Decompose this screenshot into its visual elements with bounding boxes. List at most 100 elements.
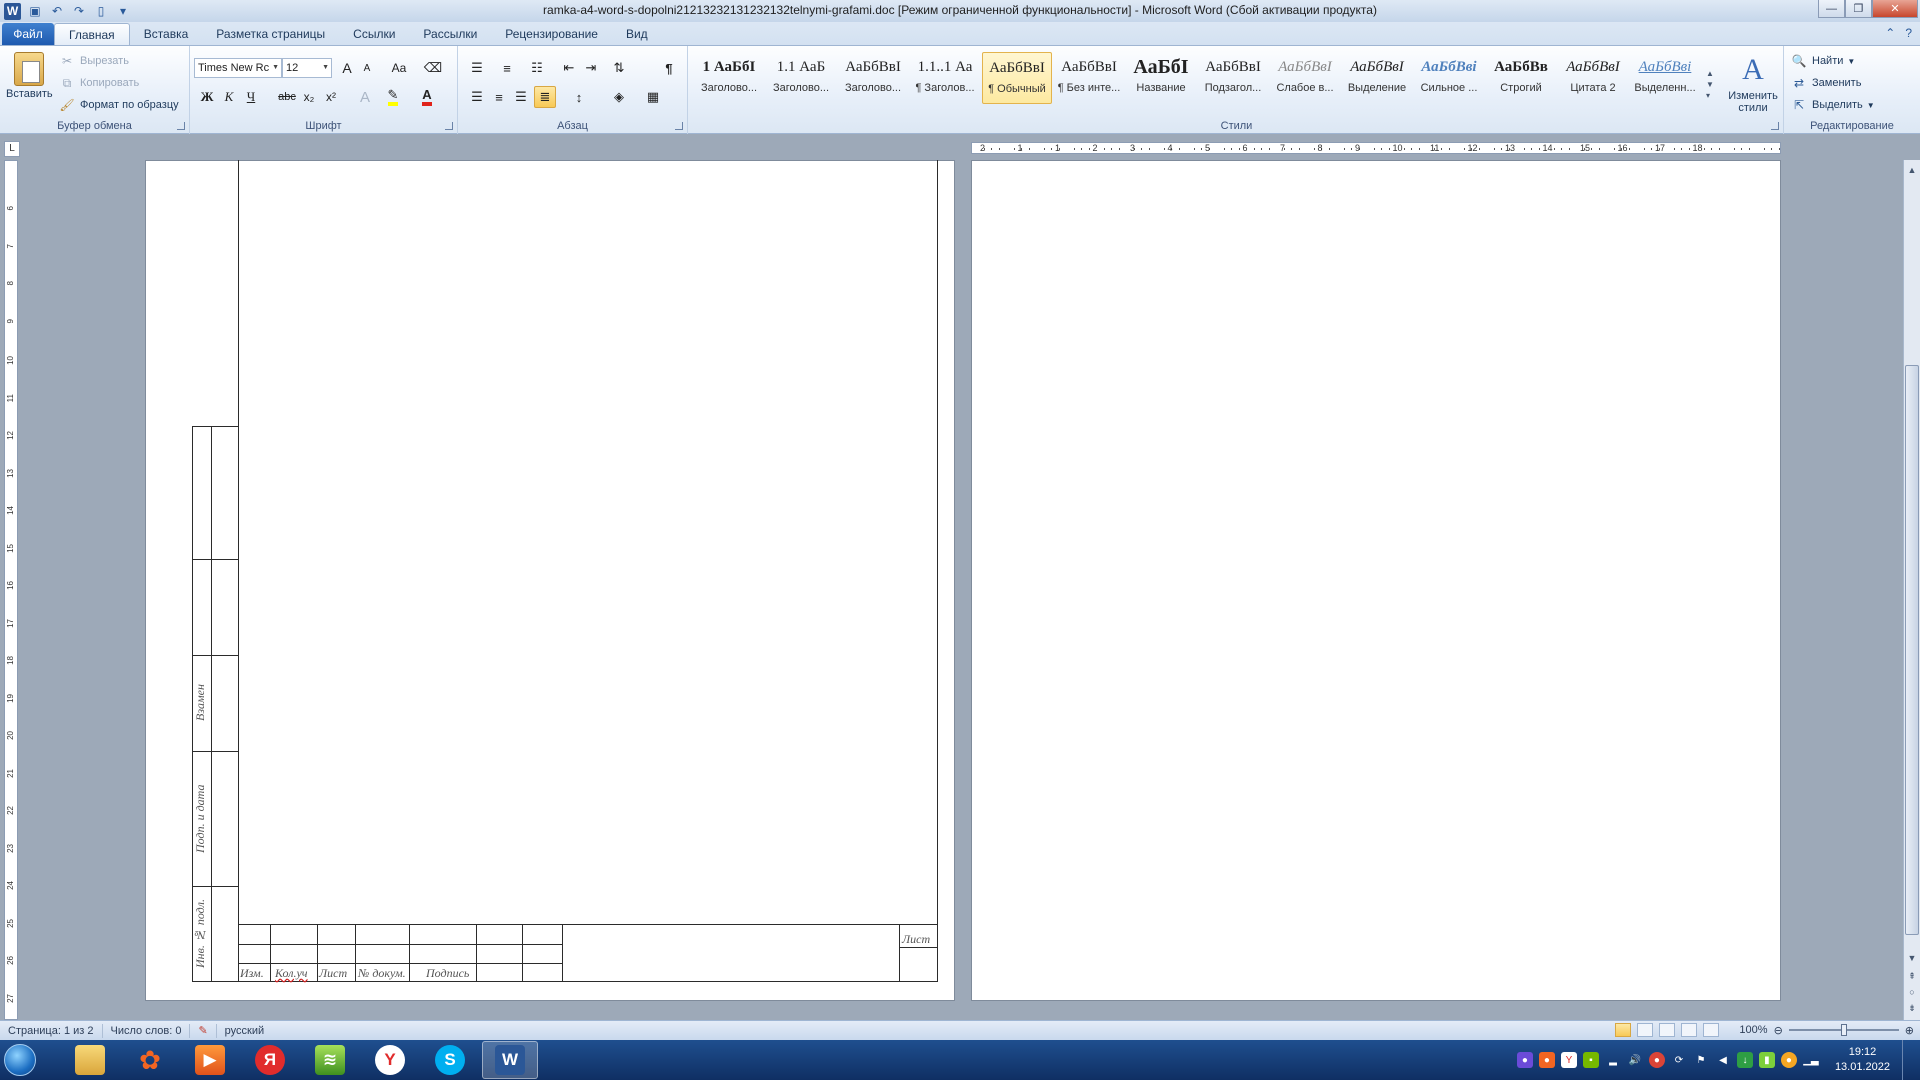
tray-update-icon[interactable]: ↓ xyxy=(1736,1052,1753,1068)
tab-page-layout[interactable]: Разметка страницы xyxy=(202,23,339,45)
tray-avast-icon[interactable]: ● xyxy=(1538,1052,1555,1068)
superscript-button[interactable]: x² xyxy=(320,86,342,108)
decrease-indent-icon[interactable]: ⇤ xyxy=(558,57,580,79)
font-color-icon[interactable]: A xyxy=(416,86,438,108)
scroll-up-icon[interactable]: ▲ xyxy=(1904,162,1920,178)
tab-view[interactable]: Вид xyxy=(612,23,662,45)
select-button[interactable]: ⇱ Выделить ▼ xyxy=(1790,96,1875,114)
tray-yandex-icon[interactable]: Y xyxy=(1560,1052,1577,1068)
style-item[interactable]: АаБбВвI ¶ Без инте... xyxy=(1054,52,1124,104)
next-page-icon[interactable]: ⇟ xyxy=(1904,1000,1920,1016)
tray-speaker-icon[interactable]: ◀ xyxy=(1715,1052,1731,1068)
maximize-button[interactable]: ❐ xyxy=(1845,0,1872,18)
start-button[interactable] xyxy=(0,1040,40,1080)
redo-icon[interactable]: ↷ xyxy=(71,3,87,19)
increase-indent-icon[interactable]: ⇥ xyxy=(580,57,602,79)
previous-page-icon[interactable]: ⇞ xyxy=(1904,968,1920,984)
tray-signal-icon[interactable]: ▂ xyxy=(1605,1052,1621,1068)
style-item[interactable]: АаБбВвI Цитата 2 xyxy=(1558,52,1628,104)
taskbar-word[interactable]: W xyxy=(482,1041,538,1079)
italic-button[interactable]: К xyxy=(218,86,240,108)
tab-insert[interactable]: Вставка xyxy=(130,23,203,45)
style-item[interactable]: АаБбІ Название xyxy=(1126,52,1196,104)
zoom-in-icon[interactable]: ⊕ xyxy=(1905,1024,1914,1037)
tray-wifi-icon[interactable]: ▁▃ xyxy=(1803,1052,1819,1068)
zoom-slider[interactable] xyxy=(1788,1024,1899,1036)
page-count[interactable]: Страница: 1 из 2 xyxy=(0,1023,103,1038)
undo-icon[interactable]: ↶ xyxy=(49,3,65,19)
cut-button[interactable]: ✂ Вырезать xyxy=(58,52,129,70)
style-item[interactable]: АаБбВвI Заголово... xyxy=(838,52,908,104)
close-button[interactable]: ✕ xyxy=(1872,0,1918,18)
scroll-thumb[interactable] xyxy=(1905,365,1919,935)
tray-chrome-icon[interactable]: ● xyxy=(1648,1052,1665,1068)
align-left-icon[interactable]: ☰ xyxy=(466,86,488,108)
style-item[interactable]: АаБбВв Строгий xyxy=(1486,52,1556,104)
tab-selector-icon[interactable]: L xyxy=(4,141,20,157)
tray-volume-icon[interactable]: 🔊 xyxy=(1627,1052,1643,1068)
proofing-status[interactable]: ✎ xyxy=(190,1023,217,1038)
copy-button[interactable]: ⧉ Копировать xyxy=(58,74,140,92)
horizontal-ruler[interactable]: 2 1 1 2 3 4 5 6 7 8 9 10 11 12 13 14 15 16 17 18 xyxy=(971,142,1781,154)
style-item[interactable]: 1.1..1 Аа ¶ Заголов... xyxy=(910,52,980,104)
tab-mailings[interactable]: Рассылки xyxy=(409,23,491,45)
numbering-icon[interactable]: ≡ xyxy=(496,57,518,79)
language-status[interactable]: русский xyxy=(217,1024,272,1038)
styles-scroll-icon[interactable]: ▲ ▼ ▾ xyxy=(1706,68,1714,101)
save-icon[interactable]: ▣ xyxy=(27,3,43,19)
text-effects-icon[interactable]: A xyxy=(354,86,376,108)
zoom-slider-knob[interactable] xyxy=(1840,1024,1847,1036)
tab-review[interactable]: Рецензирование xyxy=(491,23,612,45)
tray-app-icon[interactable]: ● xyxy=(1516,1052,1533,1068)
taskbar-explorer[interactable] xyxy=(62,1041,118,1079)
underline-button[interactable]: Ч xyxy=(240,86,262,108)
format-painter-button[interactable]: 🖌 Формат по образцу xyxy=(58,96,178,114)
tray-nvidia-icon[interactable]: ▪ xyxy=(1582,1052,1599,1068)
grow-font-button[interactable]: A xyxy=(336,57,358,79)
font-launcher[interactable] xyxy=(445,122,453,130)
sort-icon[interactable]: ⇅ xyxy=(608,57,630,79)
line-spacing-icon[interactable]: ↕ xyxy=(568,86,590,108)
taskbar-yandex-browser[interactable]: Y xyxy=(362,1041,418,1079)
tray-battery-icon[interactable]: ▮ xyxy=(1758,1052,1775,1068)
tray-sync-icon[interactable]: ⟳ xyxy=(1671,1052,1687,1068)
page-1[interactable]: Взамен Подп. и дата Инв. № подл. Изм. Ко… xyxy=(145,160,955,1001)
bold-button[interactable]: Ж xyxy=(196,86,218,108)
taskbar-skype[interactable]: S xyxy=(422,1041,478,1079)
tab-references[interactable]: Ссылки xyxy=(339,23,409,45)
style-item[interactable]: АаБбВві Выделенн... xyxy=(1630,52,1700,104)
vertical-ruler[interactable]: 6 7 8 9 10 11 12 13 14 15 16 17 18 19 20 21 22 23 24 25 26 27 xyxy=(4,160,18,1020)
minimize-ribbon-icon[interactable]: ⌃ xyxy=(1885,26,1895,40)
style-item[interactable]: АаБбВвІ Подзагол... xyxy=(1198,52,1268,104)
browse-object-icon[interactable]: ○ xyxy=(1904,984,1920,1000)
clock[interactable]: 19:12 13.01.2022 xyxy=(1835,1045,1890,1075)
show-marks-button[interactable]: ¶ xyxy=(658,57,680,79)
show-desktop-button[interactable] xyxy=(1902,1040,1912,1080)
taskbar-yandex[interactable]: Я xyxy=(242,1041,298,1079)
subscript-button[interactable]: x₂ xyxy=(298,86,320,108)
vertical-scrollbar[interactable]: ▲ ▼ ⇞ ○ ⇟ xyxy=(1903,160,1920,1020)
paragraph-launcher[interactable] xyxy=(675,122,683,130)
highlight-icon[interactable]: ✎ xyxy=(382,86,404,108)
font-size-box[interactable]: 12 ▼ xyxy=(282,58,332,78)
change-case-button[interactable]: Aa xyxy=(386,57,412,79)
borders-icon[interactable]: ▦ xyxy=(642,86,664,108)
taskbar-player[interactable]: ▶ xyxy=(182,1041,238,1079)
web-layout-view-icon[interactable] xyxy=(1659,1023,1676,1037)
taskbar-network[interactable]: ≋ xyxy=(302,1041,358,1079)
word-app-icon[interactable]: W xyxy=(4,2,21,20)
style-item[interactable]: 1.1 АаБ Заголово... xyxy=(766,52,836,104)
help-icon[interactable]: ? xyxy=(1905,26,1912,40)
align-right-icon[interactable]: ☰ xyxy=(510,86,532,108)
change-styles-button[interactable]: A Изменить стили xyxy=(1724,50,1782,114)
zoom-level[interactable]: 100% xyxy=(1739,1024,1767,1036)
multilevel-list-icon[interactable]: ☷ xyxy=(526,57,548,79)
taskbar-media[interactable]: ✿ xyxy=(122,1041,178,1079)
style-item[interactable]: 1 АаБбІ Заголово... xyxy=(694,52,764,104)
tray-skype-icon[interactable]: ● xyxy=(1780,1052,1797,1068)
minimize-button[interactable]: — xyxy=(1818,0,1845,18)
style-item[interactable]: АаБбВвI Выделение xyxy=(1342,52,1412,104)
style-item[interactable]: АаБбВвI Слабое в... xyxy=(1270,52,1340,104)
style-item[interactable]: АаБбВвI ¶ Обычный xyxy=(982,52,1052,104)
replace-button[interactable]: ⇄ Заменить xyxy=(1790,74,1861,92)
